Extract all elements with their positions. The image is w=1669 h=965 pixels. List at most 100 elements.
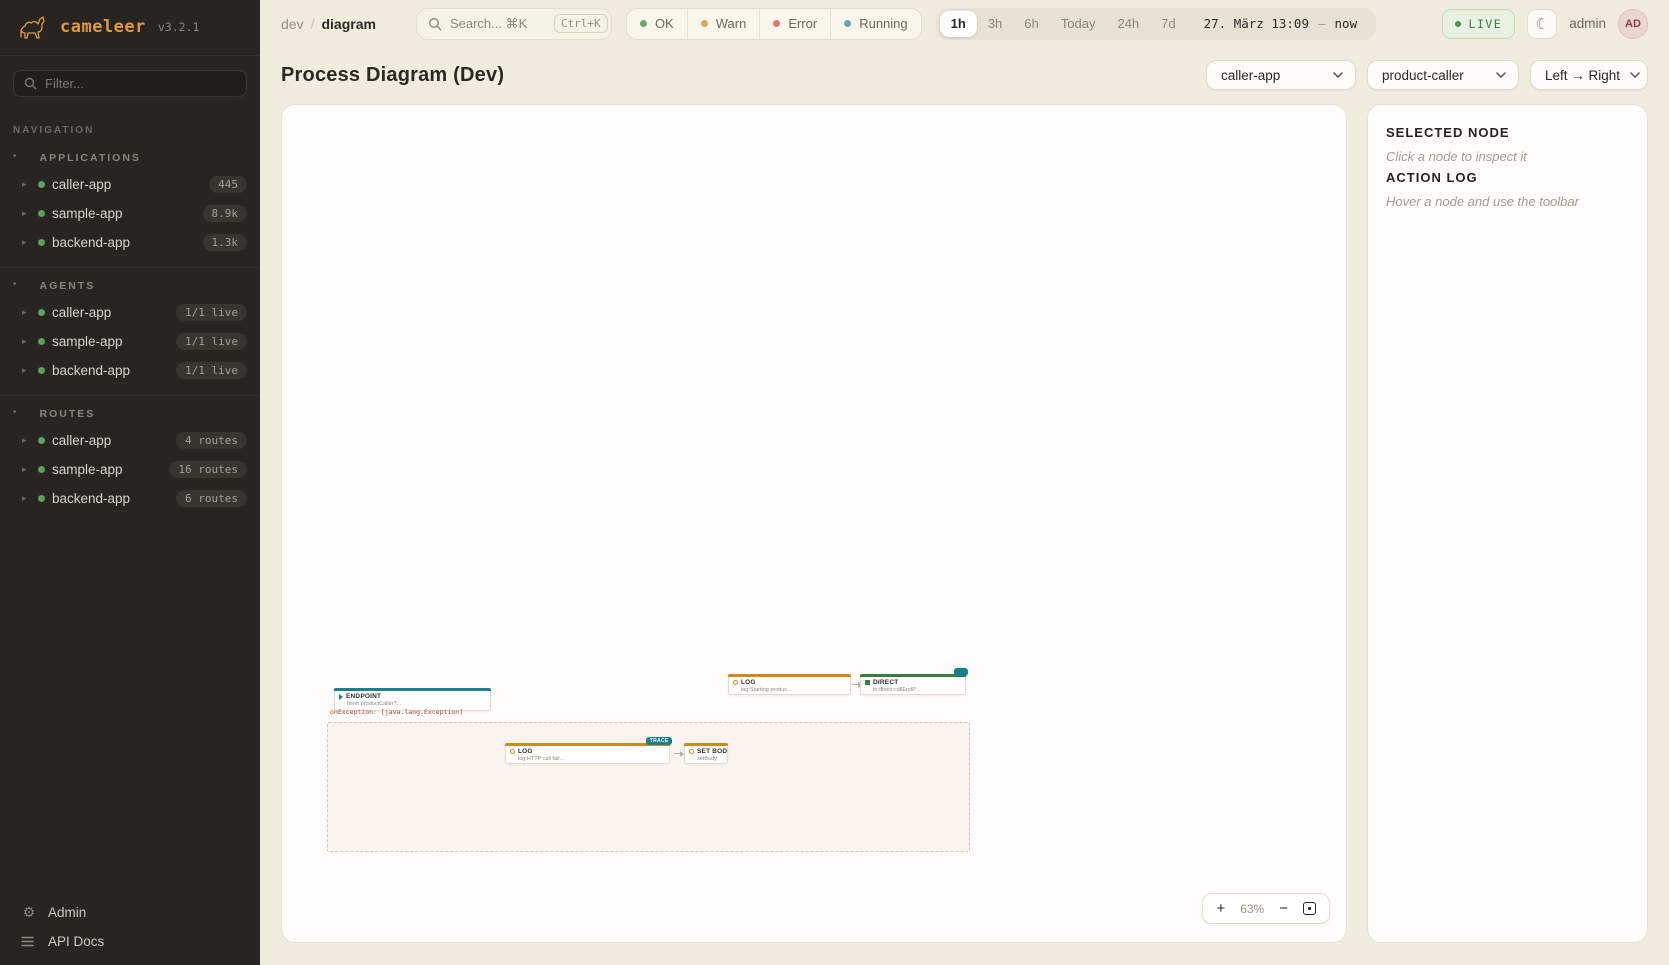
breadcrumb: dev / diagram — [281, 16, 376, 32]
time-range-7d[interactable]: 7d — [1150, 8, 1186, 40]
caret-right-icon[interactable]: ▸ — [22, 464, 38, 475]
breadcrumb-parent[interactable]: dev — [281, 16, 304, 32]
search-icon — [24, 77, 37, 90]
chevron-down-icon — [1333, 72, 1343, 78]
filter-chip-warn[interactable]: Warn — [687, 9, 760, 39]
chevron-down-icon — [1496, 72, 1506, 78]
item-label: caller-app — [52, 177, 209, 192]
sidebar-item-applications-caller-app[interactable]: ▸ caller-app 445 — [0, 170, 260, 199]
node-direct[interactable]: DIRECT to:direct:callEndP... — [860, 674, 966, 695]
live-badge: 1/1 live — [176, 333, 247, 350]
play-icon — [339, 694, 343, 700]
shortcut-kbd: Ctrl+K — [554, 14, 608, 33]
content-header: Process Diagram (Dev) caller-app product… — [281, 60, 1648, 90]
circle-icon — [689, 749, 694, 754]
route-select[interactable]: product-caller — [1367, 60, 1519, 90]
sidebar-item-admin[interactable]: ⚙ Admin — [21, 904, 244, 921]
live-badge: 1/1 live — [176, 362, 247, 379]
zoom-in-button[interactable]: + — [1216, 901, 1225, 916]
chip-label: Running — [859, 16, 907, 31]
routes-badge: 6 routes — [176, 490, 247, 507]
time-separator: — — [1318, 16, 1326, 31]
time-range-1h[interactable]: 1h — [940, 11, 977, 37]
logo-row: cameleer v3.2.1 — [0, 0, 260, 56]
layout-direction-select[interactable]: Left → Right — [1530, 60, 1648, 90]
exception-group: TRACE LOG log:HTTP call fail... — [327, 722, 970, 852]
filter-chip-ok[interactable]: OK — [627, 9, 687, 39]
group-title: AGENTS — [25, 280, 96, 292]
status-dot — [38, 210, 45, 217]
sidebar-item-agents-caller-app[interactable]: ▸ caller-app 1/1 live — [0, 298, 260, 327]
filter-chip-error[interactable]: Error — [759, 9, 830, 39]
zoom-out-button[interactable]: − — [1279, 901, 1288, 916]
group-header-agents[interactable]: ▾ AGENTS — [0, 280, 260, 298]
sidebar-item-applications-backend-app[interactable]: ▸ backend-app 1.3k — [0, 228, 260, 257]
topbar: dev / diagram Ctrl+K OK — [260, 0, 1669, 47]
nav-group-applications: ▾ APPLICATIONS ▸ caller-app 445 ▸ sample… — [0, 140, 260, 267]
sidebar-item-routes-sample-app[interactable]: ▸ sample-app 16 routes — [0, 455, 260, 484]
search-input[interactable] — [450, 16, 546, 31]
item-label: backend-app — [52, 363, 176, 378]
app-select[interactable]: caller-app — [1206, 60, 1356, 90]
status-dot — [38, 466, 45, 473]
group-header-routes[interactable]: ▾ ROUTES — [0, 408, 260, 426]
group-header-applications[interactable]: ▾ APPLICATIONS — [0, 152, 260, 170]
time-range-today[interactable]: Today — [1050, 8, 1107, 40]
status-dot — [38, 181, 45, 188]
topbar-right: LIVE ☾ admin AD — [1442, 9, 1648, 39]
sidebar-nav: ▾ APPLICATIONS ▸ caller-app 445 ▸ sample… — [0, 140, 260, 904]
node-log-start[interactable]: LOG log:Starting produc... — [728, 674, 851, 695]
time-range-24h[interactable]: 24h — [1106, 8, 1150, 40]
live-dot-icon — [1455, 21, 1461, 27]
time-range-bar: 1h 3h 6h Today 24h 7d 27. März 13:09 — n… — [936, 8, 1376, 40]
running-dot-icon — [844, 20, 851, 27]
node-set-body[interactable]: SET BODY setBody — [684, 743, 728, 764]
user-name: admin — [1569, 16, 1606, 31]
global-search[interactable]: Ctrl+K — [416, 8, 612, 40]
diagram-canvas[interactable]: ENDPOINT timer:productCaller?... LOG log… — [281, 104, 1347, 943]
item-label: sample-app — [52, 462, 169, 477]
sidebar-item-applications-sample-app[interactable]: ▸ sample-app 8.9k — [0, 199, 260, 228]
edge-connector — [674, 753, 682, 754]
chevron-down-icon — [1630, 72, 1640, 78]
exception-group-label: onException: [java.lang.Exception] — [330, 708, 463, 716]
sidebar-filter[interactable] — [13, 70, 247, 97]
node-title: DIRECT — [873, 679, 898, 686]
time-range-3h[interactable]: 3h — [977, 8, 1013, 40]
sidebar-item-agents-backend-app[interactable]: ▸ backend-app 1/1 live — [0, 356, 260, 385]
caret-right-icon[interactable]: ▸ — [22, 208, 38, 219]
square-icon — [865, 680, 870, 685]
caret-right-icon[interactable]: ▸ — [22, 493, 38, 504]
time-range-6h[interactable]: 6h — [1013, 8, 1049, 40]
sidebar-footer: ⚙ Admin API Docs — [0, 904, 260, 965]
caret-right-icon[interactable]: ▸ — [22, 179, 38, 190]
sidebar-item-api-docs[interactable]: API Docs — [21, 934, 244, 949]
circle-icon — [733, 680, 738, 685]
sidebar-item-agents-sample-app[interactable]: ▸ sample-app 1/1 live — [0, 327, 260, 356]
caret-right-icon[interactable]: ▸ — [22, 307, 38, 318]
caret-right-icon[interactable]: ▸ — [22, 365, 38, 376]
action-log-heading: ACTION LOG — [1386, 170, 1629, 185]
fit-view-button[interactable] — [1303, 902, 1316, 915]
navigation-label: NAVIGATION — [13, 125, 247, 136]
routes-badge: 4 routes — [176, 432, 247, 449]
caret-right-icon[interactable]: ▸ — [22, 237, 38, 248]
app-root: cameleer v3.2.1 NAVIGATION ▾ APPLICATION… — [0, 0, 1669, 965]
diagram-controls: caller-app product-caller Left → Right — [1206, 60, 1648, 90]
item-label: backend-app — [52, 491, 176, 506]
avatar[interactable]: AD — [1618, 9, 1648, 39]
trace-badge: TRACE — [646, 737, 672, 745]
node-log-exception[interactable]: TRACE LOG log:HTTP call fail... — [505, 743, 670, 764]
caret-right-icon[interactable]: ▸ — [22, 336, 38, 347]
filter-input[interactable] — [45, 76, 236, 91]
sidebar-item-routes-backend-app[interactable]: ▸ backend-app 6 routes — [0, 484, 260, 513]
filter-chip-running[interactable]: Running — [830, 9, 920, 39]
gear-icon: ⚙ — [21, 904, 37, 921]
error-dot-icon — [773, 20, 780, 27]
theme-toggle-button[interactable]: ☾ — [1527, 9, 1557, 39]
live-indicator[interactable]: LIVE — [1442, 9, 1516, 39]
sidebar-item-routes-caller-app[interactable]: ▸ caller-app 4 routes — [0, 426, 260, 455]
caret-right-icon[interactable]: ▸ — [22, 435, 38, 446]
circle-icon — [510, 749, 515, 754]
status-dot — [38, 367, 45, 374]
